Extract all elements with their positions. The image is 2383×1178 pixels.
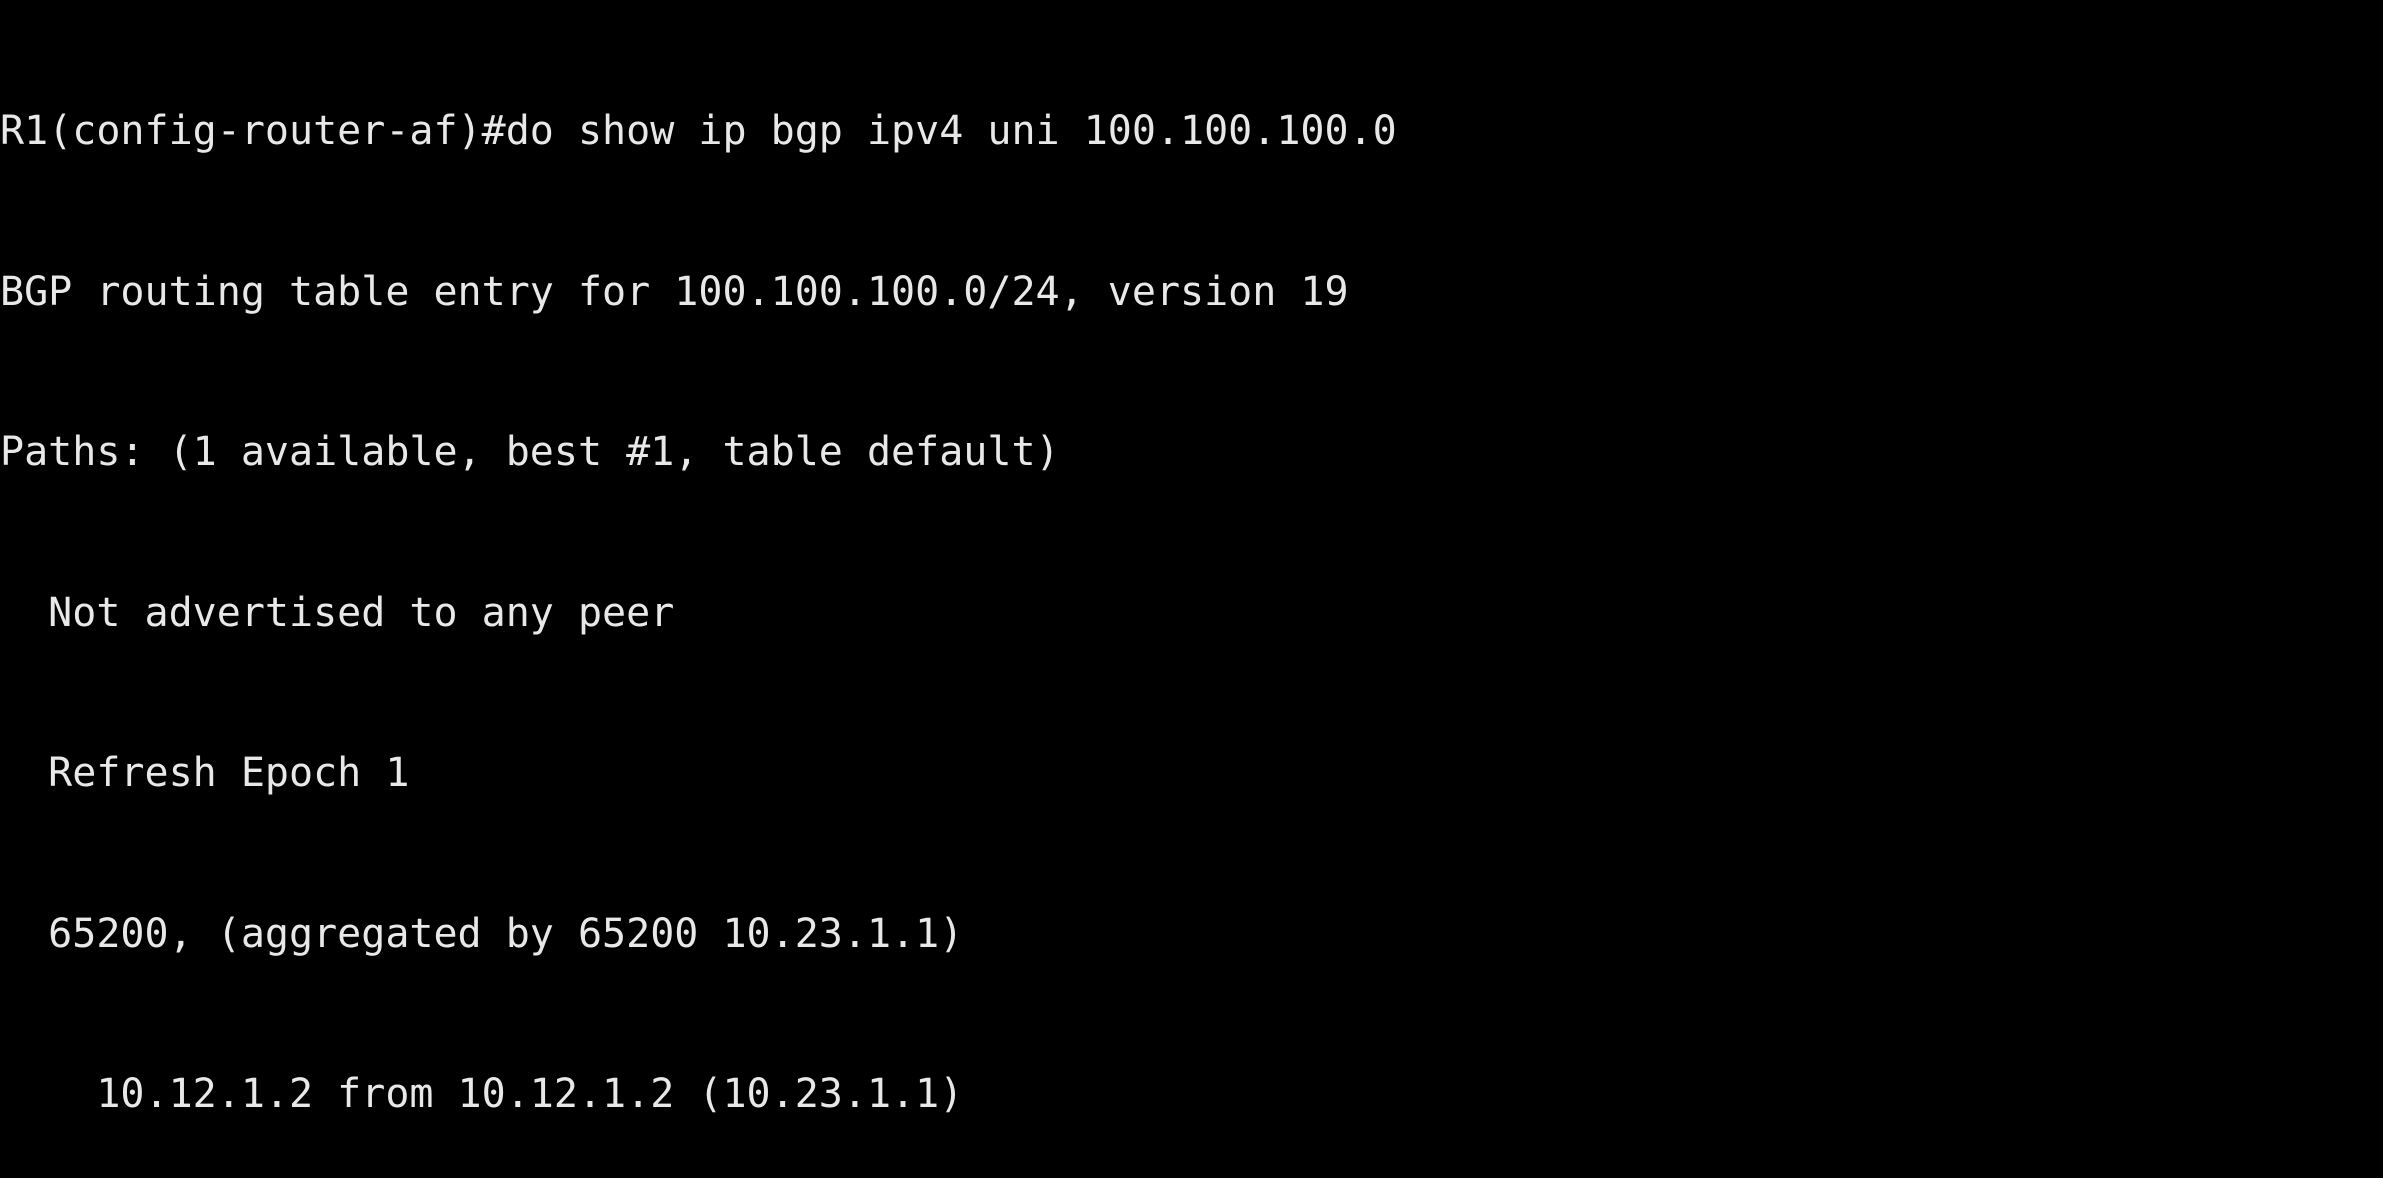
terminal-line-bgp-entry-header: BGP routing table entry for 100.100.100.…	[0, 268, 1349, 315]
terminal-line-nexthop-from: 10.12.1.2 from 10.12.1.2 (10.23.1.1)	[0, 1071, 964, 1117]
terminal-line-refresh-epoch: Refresh Epoch 1	[0, 750, 410, 796]
terminal-line-command: R1(config-router-af)#do show ip bgp ipv4…	[0, 108, 1397, 154]
terminal-line-paths-summary: Paths: (1 available, best #1, table defa…	[0, 429, 1060, 475]
terminal-line-not-advertised: Not advertised to any peer	[0, 589, 675, 636]
terminal-line-as-path-aggregator: 65200, (aggregated by 65200 10.23.1.1)	[0, 910, 964, 957]
terminal-screen-buffer: R1(config-router-af)#do show ip bgp ipv4…	[0, 0, 2383, 1178]
terminal-window[interactable]: R1(config-router-af)#do show ip bgp ipv4…	[0, 0, 2383, 1117]
